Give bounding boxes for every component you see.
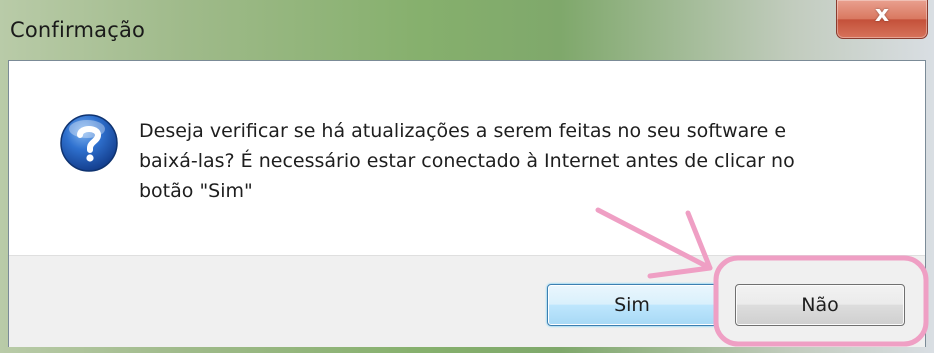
dialog-client-area: Deseja verificar se há atualizações a se… [8, 60, 926, 347]
dialog-content: Deseja verificar se há atualizações a se… [9, 61, 925, 255]
message-line: Deseja verificar se há atualizações a se… [139, 120, 787, 142]
title-bar[interactable]: Confirmação x [0, 0, 934, 60]
no-button[interactable]: Não [735, 284, 905, 326]
message-line: baixá-las? É necessário estar conectado … [139, 150, 795, 172]
dialog-message: Deseja verificar se há atualizações a se… [139, 116, 859, 206]
close-button[interactable]: x [836, 0, 928, 39]
yes-button[interactable]: Sim [547, 284, 717, 326]
window-title: Confirmação [10, 18, 146, 42]
dialog-button-bar: Sim Não [9, 255, 925, 347]
confirmation-dialog-window: Confirmação x Deseja verificar se há atu… [0, 0, 934, 353]
message-line: botão "Sim" [139, 180, 253, 202]
close-icon: x [874, 2, 890, 27]
question-icon [60, 114, 118, 172]
